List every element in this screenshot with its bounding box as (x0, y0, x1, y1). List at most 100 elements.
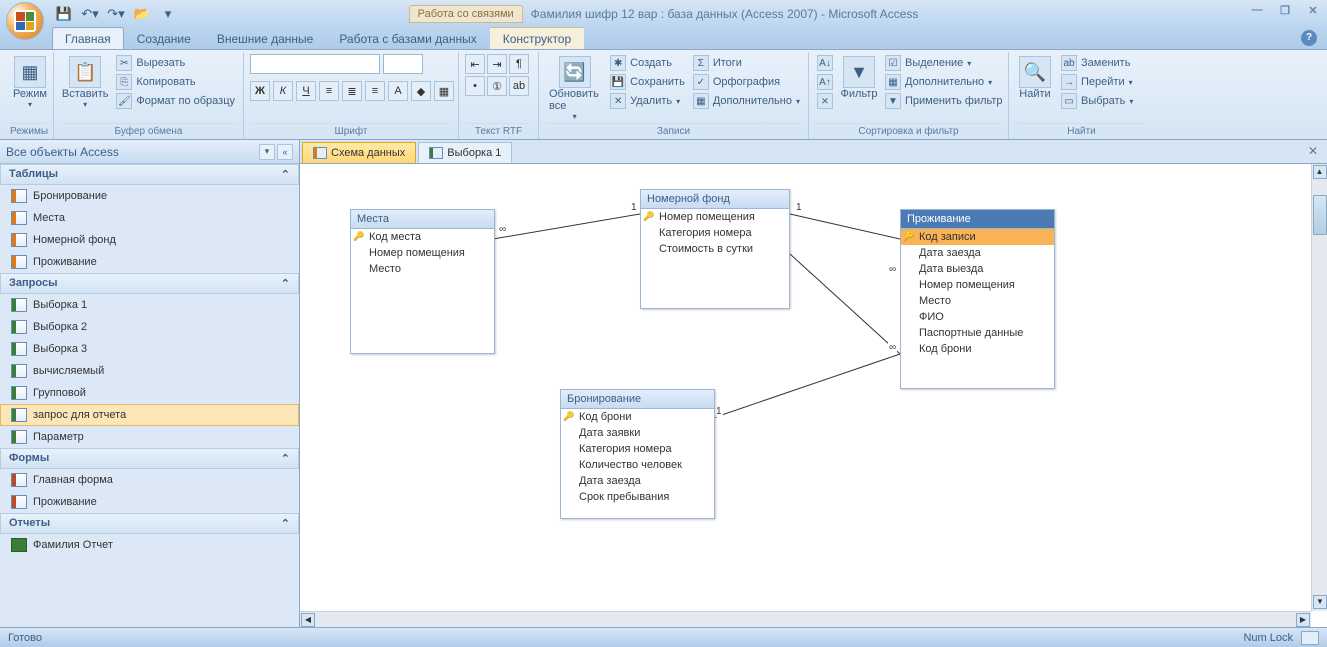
undo-icon[interactable]: ↶▾ (82, 6, 98, 22)
numbering-button[interactable]: ① (487, 76, 507, 96)
restore-button[interactable]: ❐ (1277, 4, 1293, 18)
nav-form-item[interactable]: Проживание (0, 491, 299, 513)
nav-section-forms[interactable]: Формы⌃ (0, 448, 299, 469)
nav-query-item[interactable]: Параметр (0, 426, 299, 448)
tab-design[interactable]: Конструктор (490, 27, 584, 49)
paste-button[interactable]: 📋 Вставить▾ (60, 54, 110, 111)
nav-collapse-icon[interactable]: « (277, 144, 293, 160)
tab-external-data[interactable]: Внешние данные (204, 27, 327, 49)
tab-home[interactable]: Главная (52, 27, 124, 49)
table-field[interactable]: Стоимость в сутки (641, 241, 789, 257)
scroll-down-icon[interactable]: ▼ (1313, 595, 1327, 609)
doc-tab-schema[interactable]: Схема данных (302, 142, 416, 163)
minimize-button[interactable]: — (1249, 4, 1265, 18)
nav-header[interactable]: Все объекты Access ▾ « (0, 140, 299, 164)
select-button[interactable]: ▭Выбрать▾ (1059, 92, 1135, 110)
table-field[interactable]: Паспортные данные (901, 325, 1054, 341)
delete-record-button[interactable]: ✕Удалить▾ (608, 92, 687, 110)
view-switcher-icon[interactable] (1301, 631, 1319, 645)
clear-sort-button[interactable]: ⨯ (815, 92, 835, 110)
italic-button[interactable]: К (273, 81, 293, 101)
align-center-button[interactable]: ≣ (342, 81, 362, 101)
table-field[interactable]: Категория номера (641, 225, 789, 241)
table-box-bron[interactable]: Бронирование Код брони Дата заявки Катег… (560, 389, 715, 519)
replace-button[interactable]: abЗаменить (1059, 54, 1135, 72)
nav-table-item[interactable]: Бронирование (0, 185, 299, 207)
nav-form-item[interactable]: Главная форма (0, 469, 299, 491)
sort-desc-button[interactable]: A↑ (815, 73, 835, 91)
find-button[interactable]: 🔍 Найти (1015, 54, 1055, 102)
table-field[interactable]: Дата выезда (901, 261, 1054, 277)
table-field[interactable]: Номер помещения (351, 245, 494, 261)
spelling-button[interactable]: ✓Орфография (691, 73, 802, 91)
table-field[interactable]: Код брони (561, 409, 714, 425)
nav-dropdown-icon[interactable]: ▾ (259, 144, 275, 160)
nav-table-item[interactable]: Номерной фонд (0, 229, 299, 251)
scroll-thumb[interactable] (1313, 195, 1327, 235)
table-field[interactable]: Количество человек (561, 457, 714, 473)
copy-button[interactable]: ⎘Копировать (114, 73, 237, 91)
ltr-button[interactable]: ¶ (509, 54, 529, 74)
close-doc-icon[interactable]: ✕ (1305, 144, 1321, 160)
table-field[interactable]: Код записи (901, 229, 1054, 245)
bullets-button[interactable]: • (465, 76, 485, 96)
indent-decrease-button[interactable]: ⇤ (465, 54, 485, 74)
nav-query-item[interactable]: Выборка 2 (0, 316, 299, 338)
totals-button[interactable]: ΣИтоги (691, 54, 802, 72)
table-field[interactable]: Категория номера (561, 441, 714, 457)
format-painter-button[interactable]: 🖌Формат по образцу (114, 92, 237, 110)
nav-section-reports[interactable]: Отчеты⌃ (0, 513, 299, 534)
gridlines-button[interactable]: ▦ (434, 81, 454, 101)
table-field[interactable]: Место (901, 293, 1054, 309)
font-name-combo[interactable] (250, 54, 380, 74)
vertical-scrollbar[interactable]: ▲ ▼ (1311, 164, 1327, 611)
fill-color-button[interactable]: ◆ (411, 81, 431, 101)
more-records-button[interactable]: ▦Дополнительно▾ (691, 92, 802, 110)
highlight-button[interactable]: ab (509, 76, 529, 96)
nav-query-item[interactable]: Выборка 1 (0, 294, 299, 316)
table-box-fond[interactable]: Номерной фонд Номер помещения Категория … (640, 189, 790, 309)
qat-customize-icon[interactable]: ▾ (160, 6, 176, 22)
advanced-filter-button[interactable]: ▦Дополнительно▾ (883, 73, 1005, 91)
nav-query-item[interactable]: Групповой (0, 382, 299, 404)
sort-asc-button[interactable]: A↓ (815, 54, 835, 72)
nav-section-queries[interactable]: Запросы⌃ (0, 273, 299, 294)
table-field[interactable]: Место (351, 261, 494, 277)
table-field[interactable]: Код брони (901, 341, 1054, 357)
table-box-proj[interactable]: Проживание Код записи Дата заезда Дата в… (900, 209, 1055, 389)
table-field[interactable]: ФИО (901, 309, 1054, 325)
cut-button[interactable]: ✂Вырезать (114, 54, 237, 72)
align-right-button[interactable]: ≡ (365, 81, 385, 101)
selection-filter-button[interactable]: ☑Выделение▾ (883, 54, 1005, 72)
font-size-combo[interactable] (383, 54, 423, 74)
table-box-mesta[interactable]: Места Код места Номер помещения Место (350, 209, 495, 354)
scroll-right-icon[interactable]: ▶ (1296, 613, 1310, 627)
tab-database-tools[interactable]: Работа с базами данных (326, 27, 489, 49)
table-field[interactable]: Код места (351, 229, 494, 245)
tab-create[interactable]: Создание (124, 27, 204, 49)
nav-query-item[interactable]: Выборка 3 (0, 338, 299, 360)
align-left-button[interactable]: ≡ (319, 81, 339, 101)
scroll-up-icon[interactable]: ▲ (1313, 165, 1327, 179)
nav-query-item[interactable]: вычисляемый (0, 360, 299, 382)
save-icon[interactable]: 💾 (56, 6, 72, 22)
toggle-filter-button[interactable]: ▼Применить фильтр (883, 92, 1005, 110)
refresh-all-button[interactable]: 🔄 Обновить все▾ (545, 54, 604, 123)
nav-section-tables[interactable]: Таблицы⌃ (0, 164, 299, 185)
table-field[interactable]: Дата заезда (901, 245, 1054, 261)
doc-tab-query1[interactable]: Выборка 1 (418, 142, 512, 163)
font-color-button[interactable]: A (388, 81, 408, 101)
table-field[interactable]: Дата заявки (561, 425, 714, 441)
scroll-left-icon[interactable]: ◀ (301, 613, 315, 627)
nav-query-item[interactable]: запрос для отчета (0, 404, 299, 426)
save-record-button[interactable]: 💾Сохранить (608, 73, 687, 91)
close-button[interactable]: ✕ (1305, 4, 1321, 18)
nav-report-item[interactable]: Фамилия Отчет (0, 534, 299, 556)
help-icon[interactable]: ? (1301, 30, 1317, 46)
underline-button[interactable]: Ч (296, 81, 316, 101)
table-field[interactable]: Номер помещения (641, 209, 789, 225)
table-field[interactable]: Номер помещения (901, 277, 1054, 293)
nav-table-item[interactable]: Проживание (0, 251, 299, 273)
open-folder-icon[interactable]: 📂 (134, 6, 150, 22)
relationship-canvas[interactable]: ∞ 1 1 ∞ ∞ 1 Места Код места Номер помеще… (300, 164, 1327, 627)
